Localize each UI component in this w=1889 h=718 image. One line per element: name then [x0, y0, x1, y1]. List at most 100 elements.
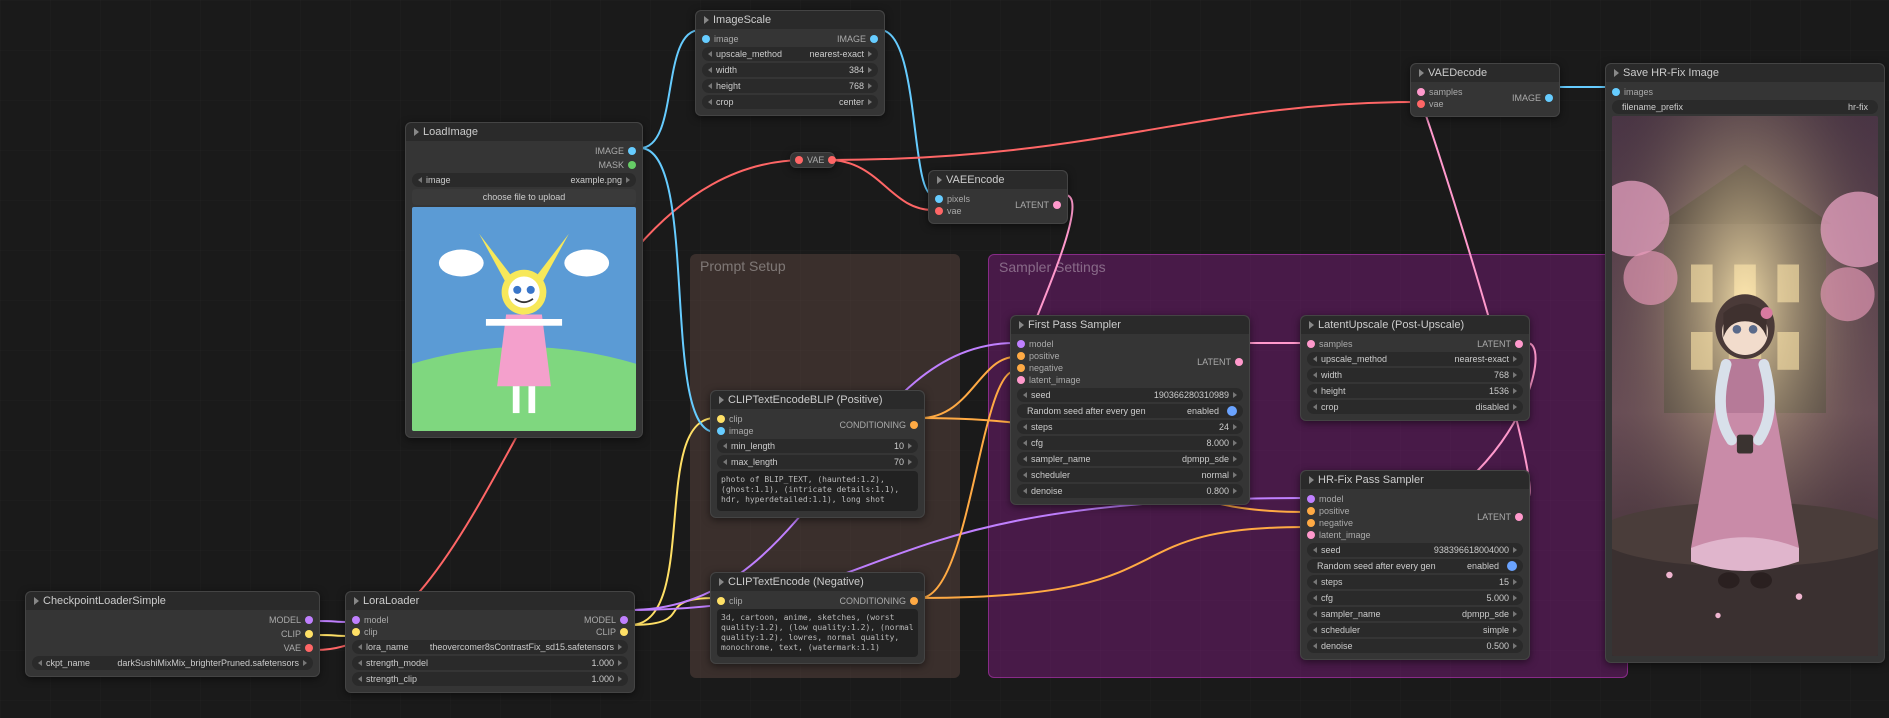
port-latent-out[interactable]: [1515, 340, 1523, 348]
widget-height[interactable]: height768: [702, 79, 878, 93]
widget-denoise[interactable]: denoise0.800: [1017, 484, 1243, 498]
port-cond-out[interactable]: [910, 597, 918, 605]
port-image-out[interactable]: [628, 147, 636, 155]
port-images-in[interactable]: [1612, 88, 1620, 96]
node-vae-decode[interactable]: VAEDecode samples vae IMAGE: [1410, 63, 1560, 117]
port-negative-in[interactable]: [1307, 519, 1315, 527]
widget-seed[interactable]: seed190366280310989: [1017, 388, 1243, 402]
arrow-right-icon[interactable]: [626, 177, 630, 183]
collapse-icon[interactable]: [414, 128, 419, 136]
widget-steps[interactable]: steps15: [1307, 575, 1523, 589]
node-header[interactable]: CheckpointLoaderSimple: [26, 592, 319, 610]
collapse-icon[interactable]: [1309, 321, 1314, 329]
widget-seed[interactable]: seed938396618004000: [1307, 543, 1523, 557]
node-lora-loader[interactable]: LoraLoader model clip MODEL CLIP lora_na…: [345, 591, 635, 693]
arrow-right-icon[interactable]: [868, 67, 872, 73]
arrow-right-icon[interactable]: [908, 443, 912, 449]
positive-prompt-text[interactable]: photo of BLIP_TEXT, (haunted:1.2), (ghos…: [717, 471, 918, 511]
arrow-right-icon[interactable]: [1513, 579, 1517, 585]
port-image-out[interactable]: [870, 35, 878, 43]
widget-scheduler[interactable]: schedulersimple: [1307, 623, 1523, 637]
port-samples-in[interactable]: [1307, 340, 1315, 348]
widget-crop[interactable]: cropdisabled: [1307, 400, 1523, 414]
widget-max-length[interactable]: max_length70: [717, 455, 918, 469]
node-load-image[interactable]: LoadImage IMAGE MASK imageexample.png ch…: [405, 122, 643, 438]
arrow-right-icon[interactable]: [1513, 547, 1517, 553]
port-clip-out[interactable]: [620, 628, 628, 636]
arrow-right-icon[interactable]: [868, 99, 872, 105]
port-cond-out[interactable]: [910, 421, 918, 429]
arrow-right-icon[interactable]: [1513, 627, 1517, 633]
node-header[interactable]: VAEDecode: [1411, 64, 1559, 82]
port-latent-in[interactable]: [1307, 531, 1315, 539]
port-positive-in[interactable]: [1307, 507, 1315, 515]
port-pixels-in[interactable]: [935, 195, 943, 203]
node-vae-encode[interactable]: VAEEncode pixels vae LATENT: [928, 170, 1068, 224]
port-image-out[interactable]: [1545, 94, 1553, 102]
arrow-right-icon[interactable]: [1233, 392, 1237, 398]
arrow-right-icon[interactable]: [1513, 595, 1517, 601]
collapse-icon[interactable]: [1309, 476, 1314, 484]
widget-lora-name[interactable]: lora_nametheovercomer8sContrastFix_sd15.…: [352, 640, 628, 654]
widget-scheduler[interactable]: schedulernormal: [1017, 468, 1243, 482]
node-checkpoint-loader[interactable]: CheckpointLoaderSimple MODEL CLIP VAE ck…: [25, 591, 320, 677]
node-header[interactable]: VAEEncode: [929, 171, 1067, 189]
node-latent-upscale[interactable]: LatentUpscale (Post-Upscale) samples LAT…: [1300, 315, 1530, 421]
collapse-icon[interactable]: [1614, 69, 1619, 77]
node-first-pass-sampler[interactable]: First Pass Sampler model positive negati…: [1010, 315, 1250, 505]
widget-width[interactable]: width384: [702, 63, 878, 77]
node-hrfix-sampler[interactable]: HR-Fix Pass Sampler model positive negat…: [1300, 470, 1530, 660]
widget-height[interactable]: height1536: [1307, 384, 1523, 398]
port-model-out[interactable]: [620, 616, 628, 624]
arrow-right-icon[interactable]: [618, 676, 622, 682]
widget-filename-prefix[interactable]: filename_prefixhr-fix: [1612, 100, 1878, 114]
port-clip-out[interactable]: [305, 630, 313, 638]
port-model-in[interactable]: [1307, 495, 1315, 503]
port-model-in[interactable]: [352, 616, 360, 624]
port-vae-out[interactable]: [828, 156, 836, 164]
port-model-out[interactable]: [305, 616, 313, 624]
arrow-right-icon[interactable]: [618, 644, 622, 650]
collapse-icon[interactable]: [1419, 69, 1424, 77]
widget-strength-model[interactable]: strength_model1.000: [352, 656, 628, 670]
port-vae-in[interactable]: [795, 156, 803, 164]
widget-width[interactable]: width768: [1307, 368, 1523, 382]
port-latent-out[interactable]: [1515, 513, 1523, 521]
port-vae-in[interactable]: [1417, 100, 1425, 108]
port-latent-out[interactable]: [1235, 358, 1243, 366]
node-header[interactable]: HR-Fix Pass Sampler: [1301, 471, 1529, 489]
port-clip-in[interactable]: [717, 597, 725, 605]
widget-random-seed[interactable]: Random seed after every genenabled: [1017, 404, 1243, 418]
arrow-right-icon[interactable]: [1513, 643, 1517, 649]
arrow-right-icon[interactable]: [1233, 456, 1237, 462]
widget-steps[interactable]: steps24: [1017, 420, 1243, 434]
widget-denoise[interactable]: denoise0.500: [1307, 639, 1523, 653]
port-image-in[interactable]: [717, 427, 725, 435]
widget-upscale-method[interactable]: upscale_methodnearest-exact: [1307, 352, 1523, 366]
node-save-image[interactable]: Save HR-Fix Image images filename_prefix…: [1605, 63, 1885, 663]
collapse-icon[interactable]: [34, 597, 39, 605]
node-header[interactable]: ImageScale: [696, 11, 884, 29]
node-header[interactable]: LoraLoader: [346, 592, 634, 610]
port-latent-out[interactable]: [1053, 201, 1061, 209]
node-header[interactable]: LoadImage: [406, 123, 642, 141]
port-vae-out[interactable]: [305, 644, 313, 652]
collapse-icon[interactable]: [704, 16, 709, 24]
arrow-right-icon[interactable]: [1233, 424, 1237, 430]
node-header[interactable]: First Pass Sampler: [1011, 316, 1249, 334]
arrow-right-icon[interactable]: [1513, 611, 1517, 617]
widget-image-file[interactable]: imageexample.png: [412, 173, 636, 187]
arrow-right-icon[interactable]: [868, 51, 872, 57]
arrow-right-icon[interactable]: [868, 83, 872, 89]
widget-cfg[interactable]: cfg8.000: [1017, 436, 1243, 450]
collapse-icon[interactable]: [719, 578, 724, 586]
arrow-right-icon[interactable]: [1233, 488, 1237, 494]
widget-crop[interactable]: cropcenter: [702, 95, 878, 109]
port-samples-in[interactable]: [1417, 88, 1425, 96]
widget-min-length[interactable]: min_length10: [717, 439, 918, 453]
port-positive-in[interactable]: [1017, 352, 1025, 360]
widget-random-seed[interactable]: Random seed after every genenabled: [1307, 559, 1523, 573]
port-latent-in[interactable]: [1017, 376, 1025, 384]
collapse-icon[interactable]: [937, 176, 942, 184]
collapse-icon[interactable]: [719, 396, 724, 404]
